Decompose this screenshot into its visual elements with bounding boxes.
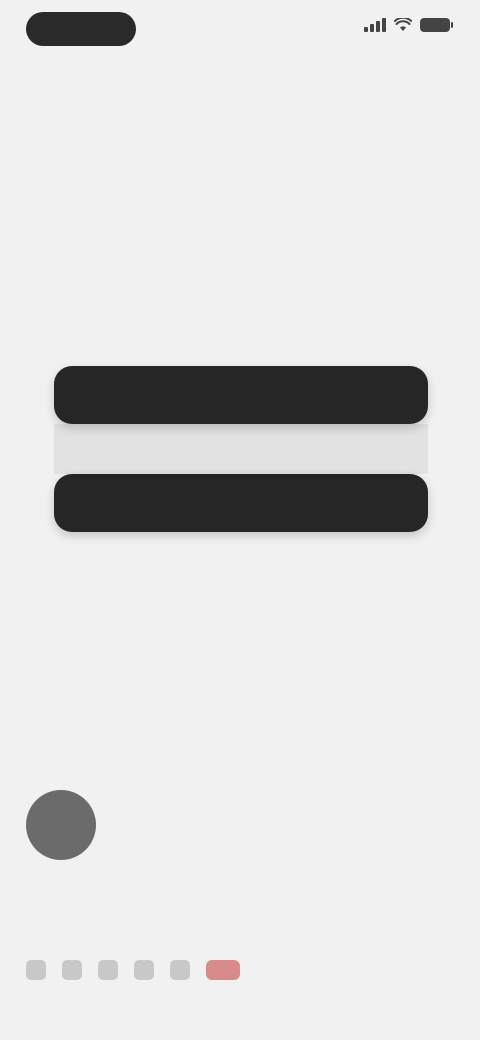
- link-icon-accent[interactable]: [206, 960, 240, 980]
- battery-icon: [420, 18, 453, 32]
- link-icon-1[interactable]: [26, 960, 46, 980]
- link-icon-4[interactable]: [134, 960, 154, 980]
- link-icon-3[interactable]: [98, 960, 118, 980]
- link-icon-2[interactable]: [62, 960, 82, 980]
- status-icons: [364, 18, 453, 32]
- signal-icon: [364, 18, 386, 32]
- avatar[interactable]: [26, 790, 96, 860]
- link-icon-5[interactable]: [170, 960, 190, 980]
- button-separator: [54, 424, 428, 474]
- status-bar: [0, 0, 480, 60]
- wifi-icon: [394, 18, 412, 31]
- primary-action-button[interactable]: [54, 366, 428, 424]
- app-screen: [0, 0, 480, 1040]
- social-links-row: [26, 960, 240, 980]
- secondary-action-button[interactable]: [54, 474, 428, 532]
- status-time-pill: [26, 12, 136, 46]
